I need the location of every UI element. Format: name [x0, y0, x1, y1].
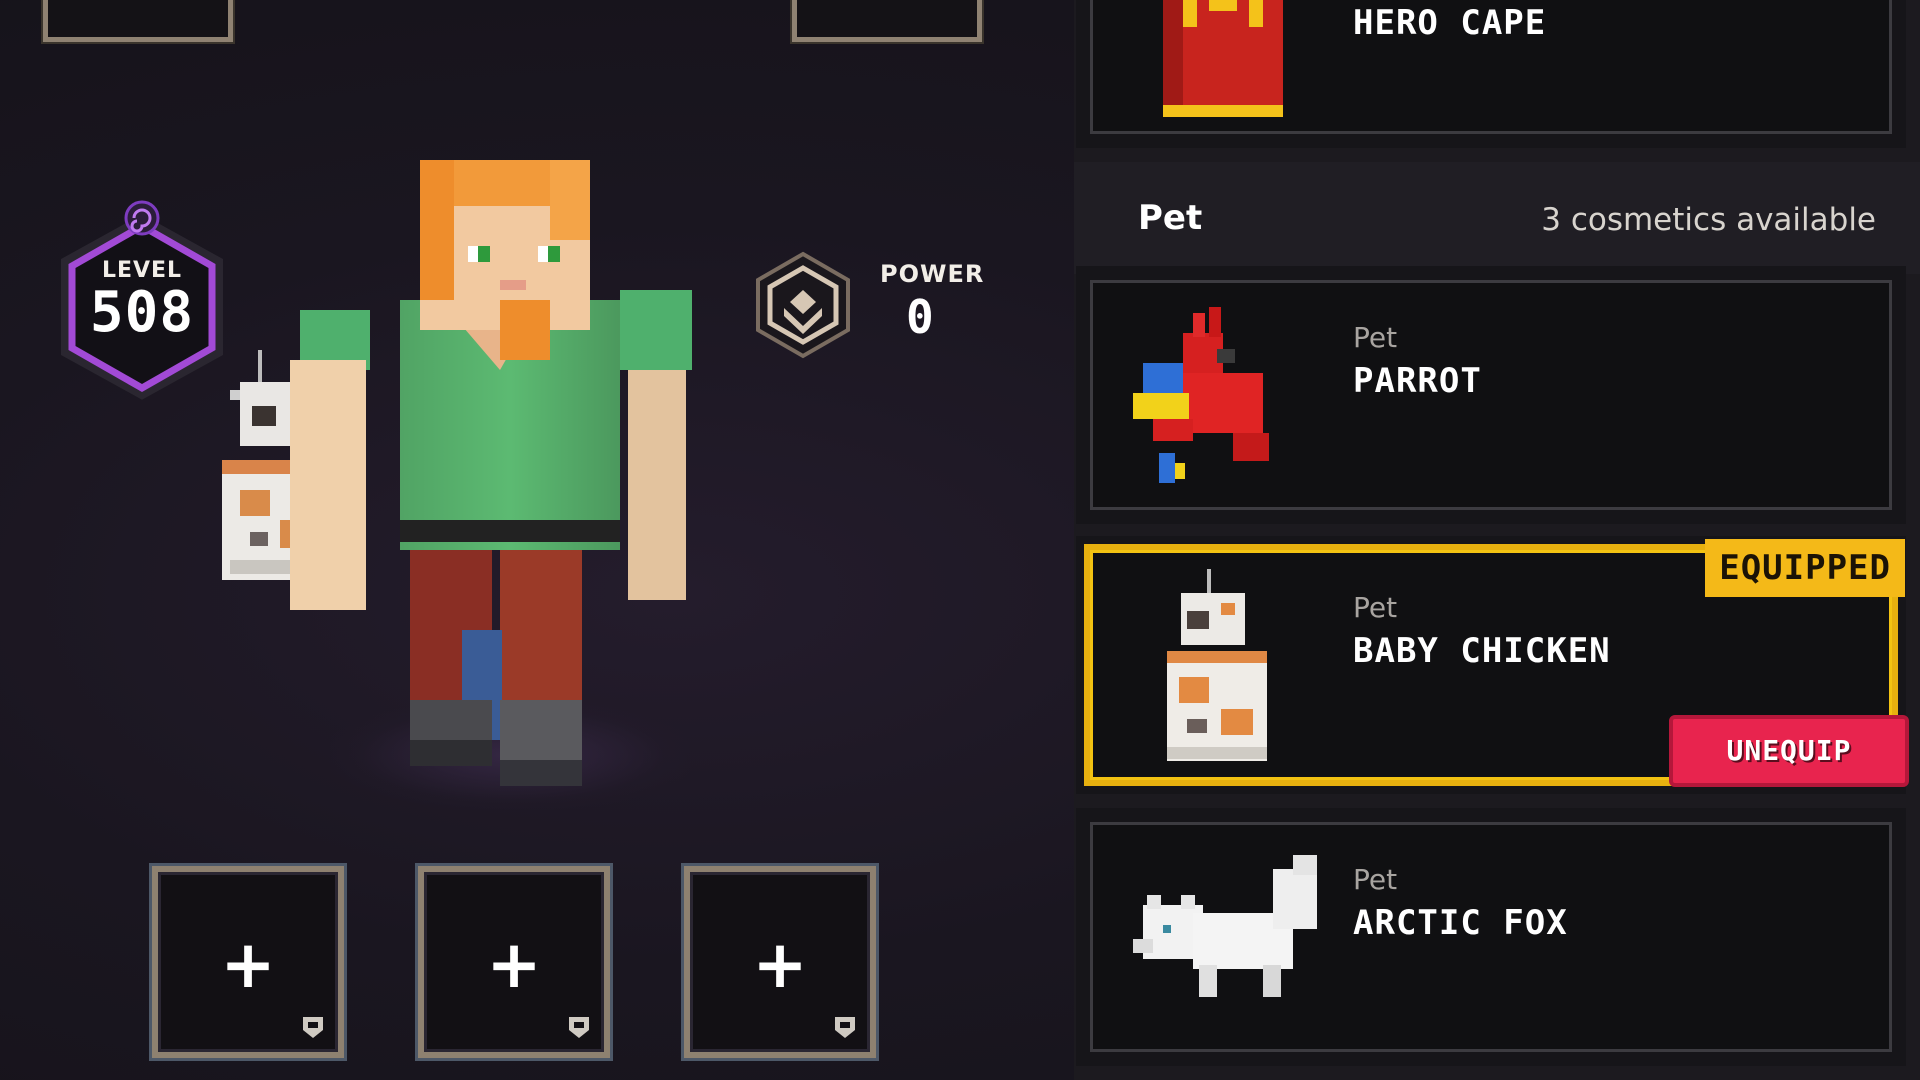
- artifact-slot-icon: [303, 1017, 323, 1038]
- add-artifact-slot-3[interactable]: +: [684, 866, 876, 1058]
- plus-icon: +: [220, 926, 276, 1003]
- top-equipment-slot-right[interactable]: [792, 0, 982, 42]
- artifact-slot-icon: [569, 1017, 589, 1038]
- plus-icon: +: [486, 926, 542, 1003]
- add-artifact-slot-2[interactable]: +: [418, 866, 610, 1058]
- section-title: Pet: [1138, 198, 1203, 238]
- equipped-badge: EQUIPPED: [1705, 539, 1905, 597]
- cosmetics-count: 3 cosmetics available: [1541, 202, 1876, 238]
- cosmetic-card-arctic-fox[interactable]: Pet ARCTIC FOX: [1090, 822, 1892, 1052]
- cosmetic-card-parrot[interactable]: Pet PARROT: [1090, 280, 1892, 510]
- arctic-fox-icon: [1133, 855, 1317, 997]
- cosmetic-name: BABY CHICKEN: [1353, 631, 1611, 671]
- artifact-slot-icon: [835, 1017, 855, 1038]
- power-icon: [756, 251, 850, 359]
- cosmetics-panel: HERO CAPE Pet 3 cosmetics available Pet …: [1074, 0, 1920, 1080]
- power-indicator: POWER 0: [748, 250, 983, 364]
- cosmetic-type: Pet: [1353, 321, 1398, 354]
- baby-chicken-icon: [1167, 569, 1267, 761]
- cosmetic-name: HERO CAPE: [1353, 3, 1547, 43]
- cosmetic-card-hero-cape[interactable]: HERO CAPE: [1090, 0, 1892, 134]
- pet-section-header: Pet 3 cosmetics available: [1074, 162, 1920, 274]
- cosmetic-type: Pet: [1353, 591, 1398, 624]
- cosmetic-card-baby-chicken[interactable]: Pet BABY CHICKEN EQUIPPED UNEQUIP: [1090, 539, 1909, 787]
- hero-cape-icon: [1163, 0, 1283, 117]
- top-equipment-slot-left[interactable]: [43, 0, 233, 42]
- parrot-icon: [1133, 307, 1269, 483]
- cosmetic-name: PARROT: [1353, 361, 1482, 401]
- plus-icon: +: [752, 926, 808, 1003]
- cosmetic-type: Pet: [1353, 863, 1398, 896]
- add-artifact-slot-1[interactable]: +: [152, 866, 344, 1058]
- hero-character-model: [222, 160, 692, 786]
- unequip-button[interactable]: UNEQUIP: [1669, 715, 1909, 787]
- power-label: POWER: [880, 260, 985, 288]
- power-value: 0: [906, 290, 935, 344]
- cosmetic-name: ARCTIC FOX: [1353, 903, 1568, 943]
